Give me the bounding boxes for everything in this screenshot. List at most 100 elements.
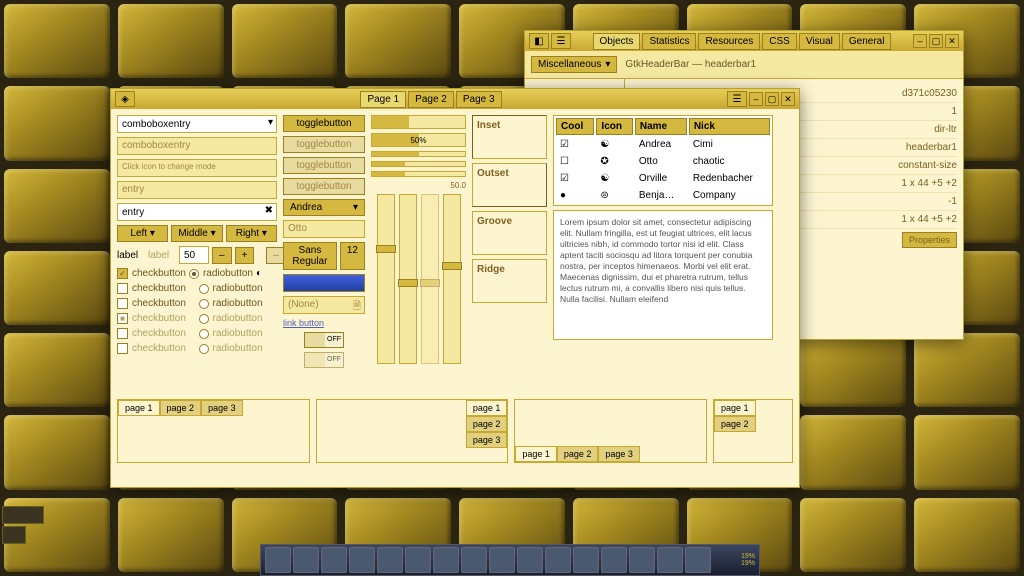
vscale-3 [421, 194, 439, 364]
dock-app-icon[interactable] [657, 547, 683, 573]
dock-app-icon[interactable] [293, 547, 319, 573]
maximize-button[interactable]: ▢ [765, 92, 779, 106]
spin-up[interactable]: + [235, 247, 255, 264]
name-disabled: Otto [283, 220, 365, 238]
dock-app-icon[interactable] [405, 547, 431, 573]
align-middle[interactable]: Middle ▾ [171, 225, 222, 242]
dock-app-icon[interactable] [685, 547, 711, 573]
dock-app-icon[interactable] [517, 547, 543, 573]
dock-app-icon[interactable] [461, 547, 487, 573]
table-row: ☑☯OrvilleRedenbacher [556, 171, 770, 186]
chevron-down-icon: ▾ [605, 59, 610, 70]
widget-factory-window: ◈ Page 1 Page 2 Page 3 ☰ – ▢ ✕ ▾ combobo… [110, 88, 800, 488]
notebook-left: page 1page 2 [713, 399, 793, 463]
radio-on[interactable] [189, 269, 199, 279]
radio[interactable] [199, 284, 209, 294]
tab-statistics[interactable]: Statistics [642, 33, 696, 50]
page1-tab[interactable]: Page 1 [360, 91, 406, 108]
cpu-monitor: 19% 19% [741, 553, 755, 567]
chevron-down-icon: ▾ [353, 202, 358, 213]
color-button[interactable] [283, 274, 365, 292]
factory-titlebar: ◈ Page 1 Page 2 Page 3 ☰ – ▢ ✕ [111, 89, 799, 109]
nbtab[interactable]: page 1 [118, 400, 160, 416]
font-button[interactable]: Sans Regular [283, 242, 337, 270]
entry-input[interactable] [117, 203, 277, 221]
vscale-1[interactable] [377, 194, 395, 364]
align-left[interactable]: Left ▾ [117, 225, 168, 242]
notebook-right: page 1page 2page 3 [316, 399, 509, 463]
label-text: label [117, 250, 145, 261]
task-item[interactable] [2, 526, 26, 544]
frame-outset: Outset [472, 163, 547, 207]
entry-disabled: entry [117, 181, 277, 199]
checkbox[interactable] [117, 298, 128, 309]
back-icon[interactable]: ◧ [529, 33, 549, 49]
close-button[interactable]: ✕ [945, 34, 959, 48]
label-dim: label [148, 250, 176, 261]
inspector-titlebar: ◧ ☰ Objects Statistics Resources CSS Vis… [525, 31, 963, 51]
notebook-top: page 1page 2page 3 [117, 399, 310, 463]
vscale-4[interactable] [443, 194, 461, 364]
scale-value: 50.0 [371, 181, 466, 190]
spin-input[interactable] [179, 246, 209, 264]
togglebutton-1[interactable]: togglebutton [283, 115, 365, 132]
dock-app-icon[interactable] [573, 547, 599, 573]
table-row: ☐✪Ottochaotic [556, 154, 770, 169]
file-chooser[interactable]: (None)🗎 [283, 296, 365, 314]
switch-1[interactable]: OFF [304, 332, 344, 348]
togglebutton-3: togglebutton [283, 157, 365, 174]
maximize-button[interactable]: ▢ [929, 34, 943, 48]
textview[interactable]: Lorem ipsum dolor sit amet, consectetur … [553, 210, 773, 340]
clear-icon[interactable]: ✖ [265, 205, 273, 216]
dock-app-icon[interactable] [545, 547, 571, 573]
misc-dropdown[interactable]: Miscellaneous▾ [531, 56, 617, 73]
dock-app-icon[interactable] [629, 547, 655, 573]
list-icon[interactable]: ☰ [551, 33, 571, 49]
vscale-2[interactable] [399, 194, 417, 364]
header-title: GtkHeaderBar — headerbar1 [625, 59, 756, 70]
scale-h[interactable] [371, 161, 466, 167]
frame-groove: Groove [472, 211, 547, 255]
dock-app-icon[interactable] [265, 547, 291, 573]
spin-down[interactable]: – [212, 247, 232, 264]
radio-dim [199, 314, 209, 324]
tab-css[interactable]: CSS [762, 33, 797, 50]
app-icon: ◈ [115, 91, 135, 107]
tab-general[interactable]: General [842, 33, 892, 50]
scale-h2[interactable] [371, 171, 466, 177]
page3-tab[interactable]: Page 3 [456, 91, 502, 108]
close-button[interactable]: ✕ [781, 92, 795, 106]
dock: for(let i=0;i<16;i++)document.write('<di… [260, 544, 760, 576]
people-table[interactable]: CoolIconNameNick ☑☯AndreaCimi ☐✪Ottochao… [553, 115, 773, 206]
table-row: ●⊜Benja…Company [556, 188, 770, 203]
tab-objects[interactable]: Objects [593, 33, 641, 50]
radio[interactable] [199, 299, 209, 309]
mode-hint[interactable]: Click icon to change mode [117, 159, 277, 177]
comboboxentry-input[interactable] [117, 115, 277, 133]
dock-app-icon[interactable] [321, 547, 347, 573]
switch-2: OFF [304, 352, 344, 368]
tab-resources[interactable]: Resources [698, 33, 760, 50]
name-dropdown[interactable]: Andrea▾ [283, 199, 365, 216]
properties-button[interactable]: Properties [902, 232, 957, 248]
togglebutton-2[interactable]: togglebutton [283, 136, 365, 153]
page2-tab[interactable]: Page 2 [408, 91, 454, 108]
dock-app-icon[interactable] [601, 547, 627, 573]
taskbar [2, 504, 44, 546]
checkbox[interactable] [117, 283, 128, 294]
dock-app-icon[interactable] [377, 547, 403, 573]
dock-app-icon[interactable] [433, 547, 459, 573]
checkbox-on[interactable]: ✓ [117, 268, 128, 279]
minimize-button[interactable]: – [913, 34, 927, 48]
minimize-button[interactable]: – [749, 92, 763, 106]
menu-icon[interactable]: ☰ [727, 91, 747, 107]
spinner-icon: ◐ [256, 268, 277, 279]
task-item[interactable] [2, 506, 44, 524]
chevron-down-icon[interactable]: ▾ [268, 117, 273, 128]
tab-visual[interactable]: Visual [799, 33, 840, 50]
dock-app-icon[interactable] [349, 547, 375, 573]
font-size[interactable]: 12 [340, 242, 365, 270]
link-button[interactable]: link button [283, 318, 365, 328]
align-right[interactable]: Right ▾ [226, 225, 277, 242]
dock-app-icon[interactable] [489, 547, 515, 573]
